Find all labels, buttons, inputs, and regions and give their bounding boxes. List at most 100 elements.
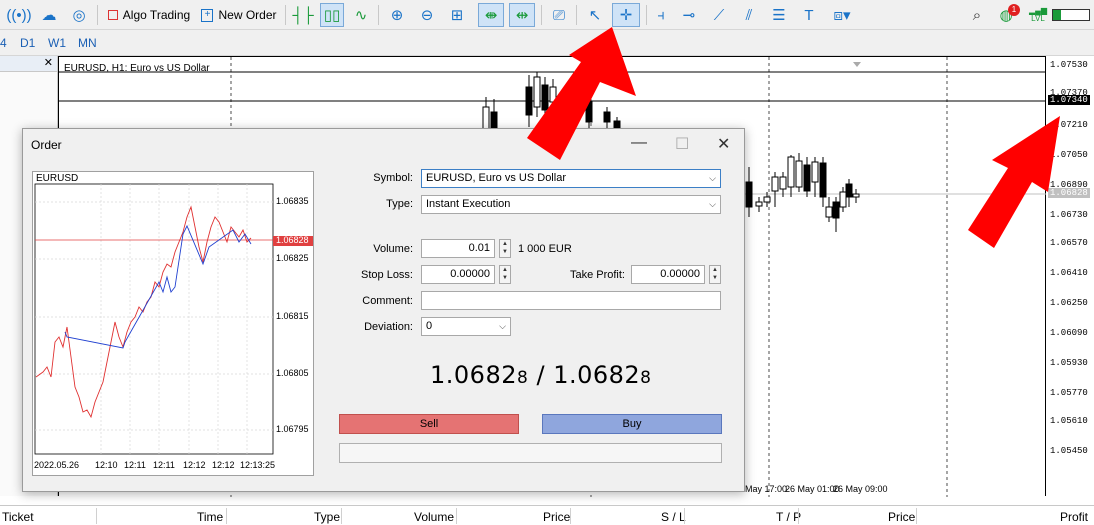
takeprofit-stepper[interactable]: ▲ ▼ <box>709 265 721 284</box>
crosshair-icon[interactable]: ✛ <box>612 3 640 27</box>
cursor-arrow-icon[interactable]: ↖ <box>584 3 606 27</box>
price-label: 1.06570 <box>1050 238 1088 248</box>
timeframe-mn[interactable]: MN <box>78 36 97 50</box>
candlestick-chart-icon[interactable]: ▯▯ <box>320 3 344 27</box>
tick-price-label: 1.06825 <box>276 253 309 263</box>
close-icon[interactable]: ✕ <box>44 56 53 69</box>
column-ticket[interactable]: Ticket <box>2 510 34 524</box>
plus-icon: + <box>201 8 214 22</box>
tick-time-label: 12:11 <box>153 460 175 470</box>
chart-shift-icon[interactable]: ⇹ <box>509 3 535 27</box>
deviation-value: 0 <box>426 320 433 332</box>
stoploss-label: Stop Loss: <box>361 269 413 281</box>
price-separator: / <box>536 361 546 389</box>
navigator-header: ✕ <box>0 56 57 72</box>
tick-price-label: 1.06805 <box>276 368 309 378</box>
takeprofit-input[interactable]: 0.00000 <box>631 265 705 284</box>
column-volume[interactable]: Volume <box>414 510 454 524</box>
timeframe-bar: 4 D1 W1 MN <box>0 30 1094 56</box>
chevron-down-icon: ⌵ <box>709 173 716 183</box>
channel-icon[interactable]: ⫽ <box>738 3 760 27</box>
bid-price: 1.0682 <box>430 361 517 389</box>
order-type-select[interactable]: Instant Execution ⌵ <box>421 195 721 214</box>
stoploss-stepper[interactable]: ▲ ▼ <box>499 265 511 284</box>
takeprofit-label: Take Profit: <box>569 269 625 281</box>
tick-current-price-tag: 1.06828 <box>276 235 309 245</box>
search-icon[interactable]: ⌕ <box>966 3 988 27</box>
timeframe-w1[interactable]: W1 <box>48 36 66 50</box>
auto-scroll-icon[interactable]: ⇼ <box>478 3 504 27</box>
timeframe-h4[interactable]: 4 <box>0 36 7 50</box>
screenshot-camera-icon[interactable]: ⎚ <box>548 3 570 27</box>
minimize-icon[interactable]: — <box>631 134 647 152</box>
comment-input[interactable] <box>421 291 721 310</box>
symbol-value: EURUSD, Euro vs US Dollar <box>426 172 566 184</box>
comment-label: Comment: <box>362 295 413 307</box>
column-current-price[interactable]: Price <box>888 510 915 524</box>
chevron-down-icon: ⌵ <box>709 199 716 209</box>
timeframe-d1[interactable]: D1 <box>20 36 35 50</box>
deviation-label: Deviation: <box>364 321 413 333</box>
price-label: 1.06730 <box>1050 210 1088 220</box>
volume-label: Volume: <box>373 243 413 255</box>
time-label: 26 May 09:00 <box>833 484 888 494</box>
bid-price-pip: 8 <box>516 368 529 388</box>
new-order-button[interactable]: + New Order <box>200 3 278 27</box>
column-profit[interactable]: Profit <box>1060 510 1088 524</box>
trendline-icon[interactable]: ⟋ <box>708 3 730 27</box>
algo-trading-label: Algo Trading <box>122 8 191 22</box>
vertical-line-icon[interactable]: ⫞ <box>650 3 672 27</box>
algo-stop-icon <box>107 10 118 20</box>
grid-icon[interactable]: ⊞ <box>446 3 468 27</box>
symbol-label: Symbol: <box>373 172 413 184</box>
price-axis: 1.07530 1.07370 1.07210 1.07050 1.06890 … <box>1046 56 1094 496</box>
maximize-icon[interactable]: ☐ <box>675 134 689 154</box>
zoom-in-icon[interactable]: ⊕ <box>386 3 408 27</box>
bar-chart-icon[interactable]: ┤├ <box>292 3 314 27</box>
ask-price-pip: 8 <box>640 368 652 388</box>
fibonacci-icon[interactable]: ☰ <box>768 3 790 27</box>
volume-stepper[interactable]: ▲ ▼ <box>499 239 511 258</box>
signal-broadcast-icon[interactable]: ((•)) <box>6 3 31 27</box>
signal-level-label: LVL <box>1031 14 1045 23</box>
symbol-select[interactable]: EURUSD, Euro vs US Dollar ⌵ <box>421 169 721 188</box>
order-type-value: Instant Execution <box>426 198 511 210</box>
status-bar <box>339 443 722 463</box>
algo-trading-button[interactable]: Algo Trading <box>106 3 192 27</box>
cloud-icon[interactable]: ☁ <box>38 3 60 27</box>
column-type[interactable]: Type <box>314 510 340 524</box>
sell-button[interactable]: Sell <box>339 414 519 434</box>
deviation-select[interactable]: 0 ⌵ <box>421 317 511 336</box>
tick-price-label: 1.06795 <box>276 424 309 434</box>
tick-time-label: 2022.05.26 <box>34 460 80 470</box>
type-label: Type: <box>386 198 413 210</box>
tick-time-label: 12:13:25 <box>240 460 276 470</box>
tick-time-label: 12:12 <box>212 460 235 470</box>
column-time[interactable]: Time <box>197 510 223 524</box>
notifications-icon[interactable]: ◍ 1 <box>994 3 1020 27</box>
line-chart-icon[interactable]: ∿ <box>350 3 372 27</box>
price-label: 1.06410 <box>1050 268 1088 278</box>
column-stop-loss[interactable]: S / L <box>661 510 686 524</box>
text-tool-icon[interactable]: T <box>798 3 820 27</box>
tick-chart-canvas <box>34 183 313 455</box>
chart-title: EURUSD, H1: Euro vs US Dollar <box>64 63 210 74</box>
notification-badge: 1 <box>1008 4 1020 16</box>
stoploss-input[interactable]: 0.00000 <box>421 265 495 284</box>
price-label: 1.06090 <box>1050 328 1088 338</box>
price-label: 1.05930 <box>1050 358 1088 368</box>
current-price-tag: 1.07340 <box>1048 95 1090 105</box>
dialog-title: Order <box>31 138 62 152</box>
price-label: 1.05610 <box>1050 416 1088 426</box>
buy-button[interactable]: Buy <box>542 414 722 434</box>
column-price[interactable]: Price <box>543 510 570 524</box>
zoom-out-icon[interactable]: ⊖ <box>416 3 438 27</box>
tick-price-label: 1.06815 <box>276 311 309 321</box>
volume-input[interactable]: 0.01 <box>421 239 495 258</box>
close-icon[interactable]: ✕ <box>717 134 730 154</box>
shapes-menu-icon[interactable]: ⧈▾ <box>826 3 858 27</box>
horizontal-line-icon[interactable]: ⊸ <box>678 3 700 27</box>
chevron-down-icon: ⌵ <box>499 321 506 331</box>
ask-price: 1.0682 <box>553 361 641 389</box>
market-globe-icon[interactable]: ◎ <box>68 3 90 27</box>
